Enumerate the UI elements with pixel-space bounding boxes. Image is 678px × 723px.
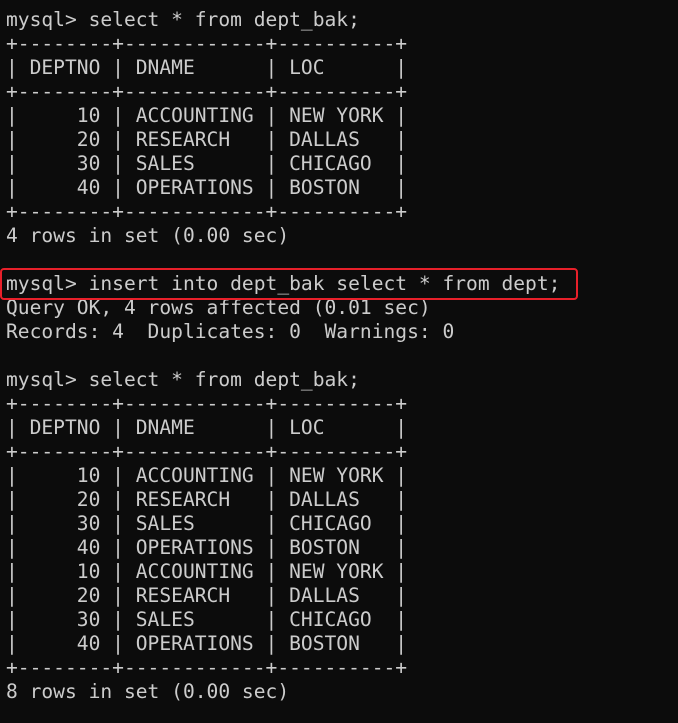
result-summary: 8 rows in set (0.00 sec) [6,680,290,703]
command-line: mysql> select * from dept_bak; [6,368,360,391]
table-border: +--------+------------+----------+ [6,440,408,463]
table-row: | 30 | SALES | CHICAGO | [6,152,408,175]
command-line: mysql> select * from dept_bak; [6,8,360,31]
table-row: | 30 | SALES | CHICAGO | [6,512,408,535]
records-summary: Records: 4 Duplicates: 0 Warnings: 0 [6,320,455,343]
table-header: | DEPTNO | DNAME | LOC | [6,416,408,439]
table-border: +--------+------------+----------+ [6,80,408,103]
table-row: | 10 | ACCOUNTING | NEW YORK | [6,464,408,487]
table-row: | 10 | ACCOUNTING | NEW YORK | [6,104,408,127]
table-row: | 30 | SALES | CHICAGO | [6,608,408,631]
table-row: | 10 | ACCOUNTING | NEW YORK | [6,560,408,583]
table-header: | DEPTNO | DNAME | LOC | [6,56,408,79]
query-ok-line: Query OK, 4 rows affected (0.01 sec) [6,296,431,319]
table-border: +--------+------------+----------+ [6,200,408,223]
insert-command-line: mysql> insert into dept_bak select * fro… [6,272,561,295]
table-border: +--------+------------+----------+ [6,656,408,679]
table-border: +--------+------------+----------+ [6,392,408,415]
table-row: | 20 | RESEARCH | DALLAS | [6,488,408,511]
table-border: +--------+------------+----------+ [6,32,408,55]
table-row: | 40 | OPERATIONS | BOSTON | [6,536,408,559]
table-row: | 20 | RESEARCH | DALLAS | [6,584,408,607]
table-row: | 20 | RESEARCH | DALLAS | [6,128,408,151]
terminal-window[interactable]: mysql> select * from dept_bak; +--------… [0,0,678,723]
table-row: | 40 | OPERATIONS | BOSTON | [6,632,408,655]
result-summary: 4 rows in set (0.00 sec) [6,224,290,247]
table-row: | 40 | OPERATIONS | BOSTON | [6,176,408,199]
